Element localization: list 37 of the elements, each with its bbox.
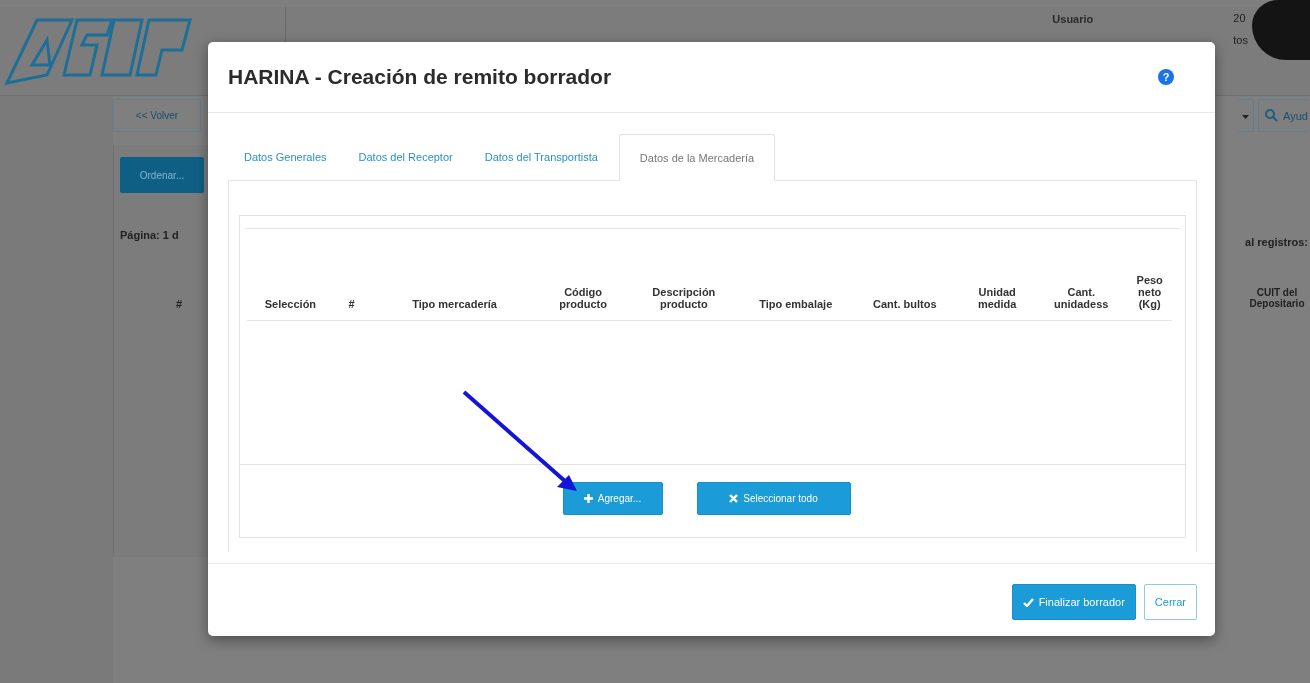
modal-title: HARINA - Creación de remito borrador: [228, 65, 612, 89]
column-header: CUIT del Depositario: [1248, 287, 1306, 309]
plus-icon: [583, 494, 593, 503]
column-header: Selección: [247, 229, 334, 321]
search-icon: [1265, 109, 1278, 122]
sort-button[interactable]: Ordenar...: [120, 157, 204, 193]
column-header: Tipo embalaje: [741, 229, 851, 321]
user-label: Usuario: [1052, 13, 1094, 25]
column-header: Tipo mercadería: [369, 229, 540, 321]
help-button[interactable]: ?: [1158, 69, 1174, 85]
total-label: al registros:: [1245, 236, 1308, 248]
tab[interactable]: Datos de la Mercadería: [618, 134, 776, 181]
finish-button[interactable]: Finalizar borrador: [1011, 584, 1136, 620]
redaction-mark: [1252, 0, 1310, 60]
tab[interactable]: Datos del Transportista: [468, 133, 614, 180]
back-button[interactable]: << Volver: [113, 99, 201, 132]
close-button[interactable]: Cerrar: [1143, 584, 1197, 620]
column-header: Unidad medida: [959, 229, 1035, 321]
help-button[interactable]: Ayud: [1258, 99, 1308, 132]
column-header: Peso neto (Kg): [1127, 229, 1172, 321]
column-header: #: [333, 229, 370, 321]
x-icon: [729, 494, 739, 503]
column-header: Código producto: [539, 229, 627, 321]
dropdown-button[interactable]: [1238, 99, 1254, 132]
tab[interactable]: Datos del Receptor: [342, 133, 469, 180]
caret-icon: [1242, 115, 1249, 119]
check-icon: [1022, 597, 1034, 607]
column-header: #: [176, 298, 184, 310]
column-header: Descripción producto: [626, 229, 742, 321]
user-text: tos: [1233, 34, 1248, 46]
user-value: 20: [1233, 12, 1247, 24]
select-all-button[interactable]: Seleccionar todo: [696, 482, 851, 515]
column-header: Cant. bultos: [850, 229, 960, 321]
tab[interactable]: Datos Generales: [228, 133, 343, 180]
page-label: Página: 1 d: [120, 229, 180, 241]
column-header: Cant. unidadess: [1035, 229, 1128, 321]
add-button[interactable]: Agregar...: [562, 482, 663, 515]
